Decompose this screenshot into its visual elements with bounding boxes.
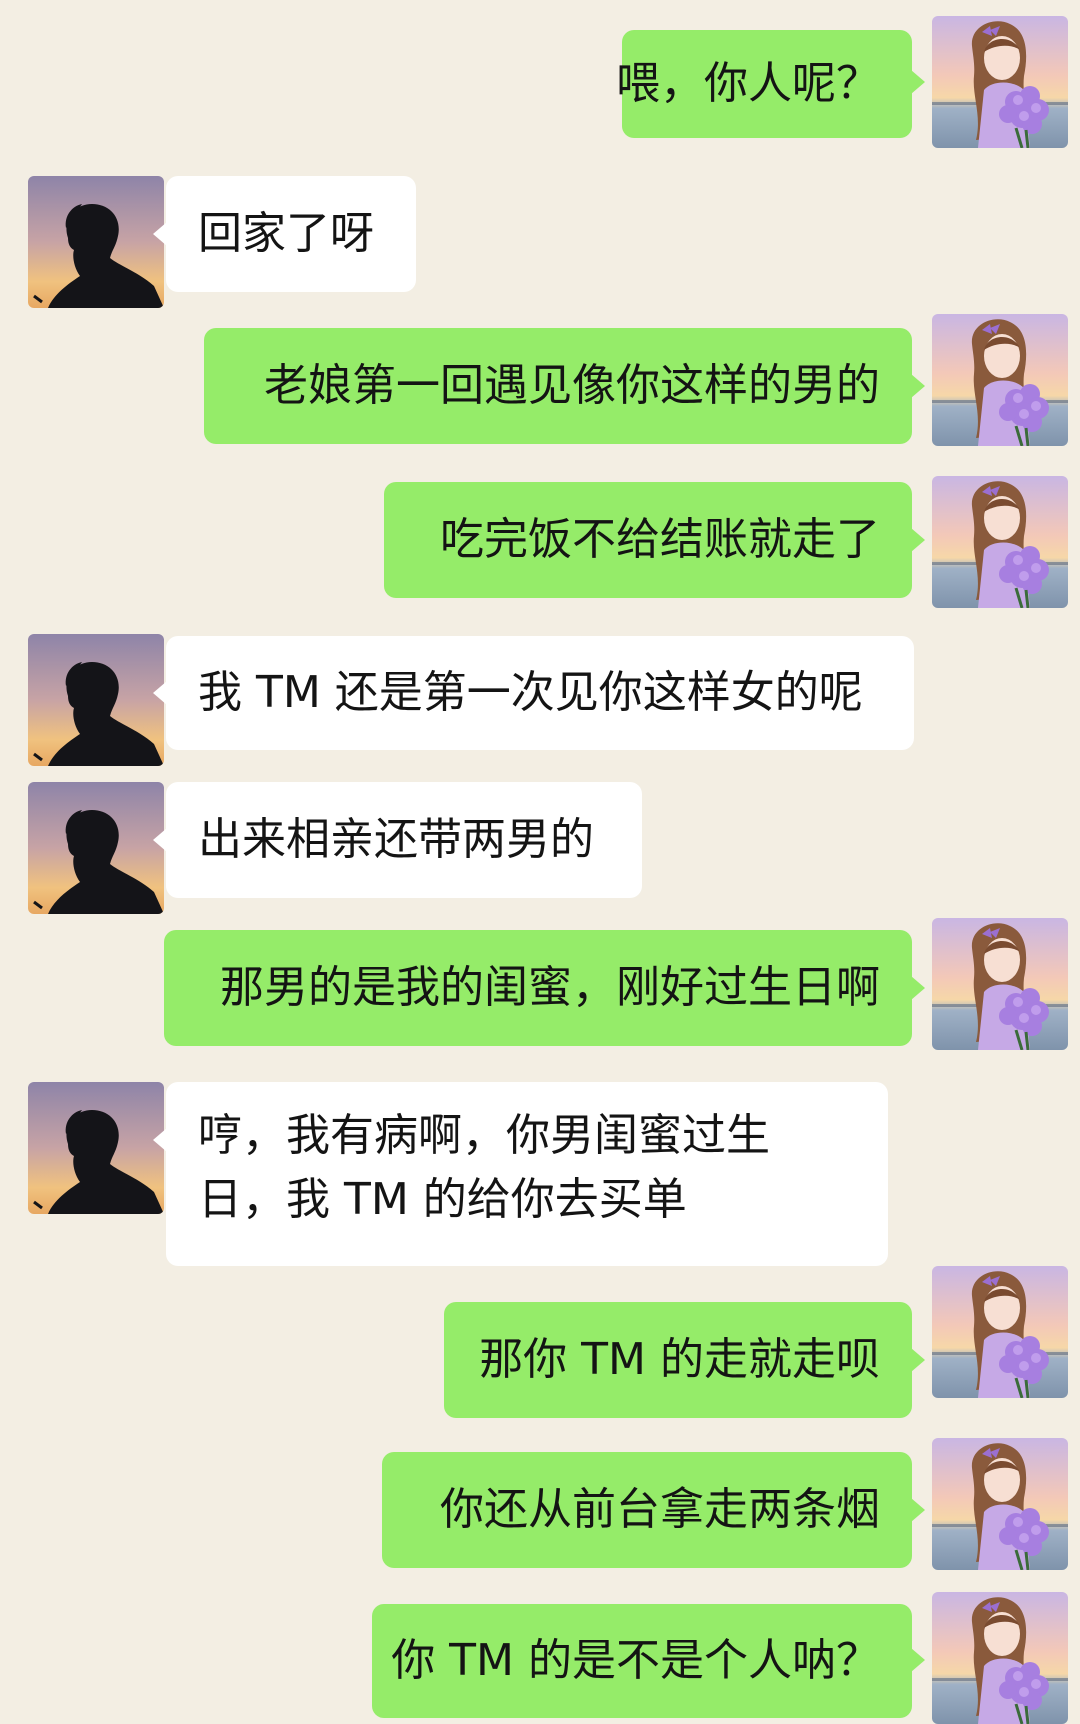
message-sent: 喂，你人呢？ bbox=[0, 16, 1080, 152]
message-received: 我 TM 还是第一次见你这样女的呢 bbox=[0, 626, 1080, 766]
message-sent: 老娘第一回遇见像你这样的男的 bbox=[0, 314, 1080, 448]
bubble-tail bbox=[153, 222, 167, 246]
message-bubble[interactable]: 喂，你人呢？ bbox=[616, 30, 925, 138]
bubble-tail bbox=[153, 828, 167, 852]
girl-with-flowers-avatar[interactable] bbox=[932, 1592, 1068, 1724]
message-sent: 吃完饭不给结账就走了 bbox=[0, 470, 1080, 610]
message-text: 那男的是我的闺蜜，刚好过生日啊 bbox=[220, 962, 880, 1013]
message-text: 那你 TM 的走就走呗 bbox=[479, 1334, 880, 1385]
message-sent: 那男的是我的闺蜜，刚好过生日啊 bbox=[0, 918, 1080, 1058]
message-text: 吃完饭不给结账就走了 bbox=[440, 514, 880, 565]
message-text: 我 TM 还是第一次见你这样女的呢 bbox=[198, 667, 863, 718]
message-sent: 那你 TM 的走就走呗 bbox=[0, 1266, 1080, 1430]
bubble-tail bbox=[911, 528, 925, 552]
message-bubble[interactable]: 哼，我有病啊，你男闺蜜过生日，我 TM 的给你去买单 bbox=[153, 1082, 888, 1266]
chat-message-list[interactable]: 喂，你人呢？ 回家了呀 老娘第一回遇见像你这样的男的 吃完饭不给结账就走了 我 … bbox=[0, 0, 1080, 1724]
message-bubble[interactable]: 吃完饭不给结账就走了 bbox=[384, 482, 925, 598]
girl-with-flowers-avatar[interactable] bbox=[932, 918, 1068, 1050]
message-bubble[interactable]: 出来相亲还带两男的 bbox=[153, 782, 642, 898]
girl-with-flowers-avatar[interactable] bbox=[932, 16, 1068, 148]
girl-with-flowers-avatar[interactable] bbox=[932, 1438, 1068, 1570]
message-text: 老娘第一回遇见像你这样的男的 bbox=[264, 360, 880, 411]
man-silhouette-avatar[interactable] bbox=[28, 176, 164, 308]
bubble-tail bbox=[911, 70, 925, 94]
message-text: 出来相亲还带两男的 bbox=[198, 814, 594, 865]
bubble-tail bbox=[911, 976, 925, 1000]
message-sent: 你 TM 的是不是个人呐？ bbox=[0, 1592, 1080, 1724]
bubble-tail bbox=[911, 1648, 925, 1672]
message-received: 回家了呀 bbox=[0, 168, 1080, 308]
message-text: 你 TM 的是不是个人呐？ bbox=[391, 1635, 880, 1686]
message-bubble[interactable]: 你 TM 的是不是个人呐？ bbox=[372, 1604, 925, 1718]
bubble-tail bbox=[911, 1348, 925, 1372]
bubble-tail bbox=[153, 681, 167, 705]
girl-with-flowers-avatar[interactable] bbox=[932, 314, 1068, 446]
message-bubble[interactable]: 我 TM 还是第一次见你这样女的呢 bbox=[153, 636, 914, 750]
girl-with-flowers-avatar[interactable] bbox=[932, 476, 1068, 608]
message-bubble[interactable]: 回家了呀 bbox=[153, 176, 416, 292]
message-bubble[interactable]: 那男的是我的闺蜜，刚好过生日啊 bbox=[164, 930, 925, 1046]
message-received: 出来相亲还带两男的 bbox=[0, 776, 1080, 914]
message-text: 哼，我有病啊，你男闺蜜过生日，我 TM 的给你去买单 bbox=[198, 1110, 770, 1225]
message-text: 喂，你人呢？ bbox=[616, 58, 880, 109]
message-bubble[interactable]: 那你 TM 的走就走呗 bbox=[444, 1302, 925, 1418]
man-silhouette-avatar[interactable] bbox=[28, 782, 164, 914]
bubble-tail bbox=[153, 1128, 167, 1152]
girl-with-flowers-avatar[interactable] bbox=[932, 1266, 1068, 1398]
message-sent: 你还从前台拿走两条烟 bbox=[0, 1436, 1080, 1576]
message-bubble[interactable]: 你还从前台拿走两条烟 bbox=[382, 1452, 925, 1568]
message-bubble[interactable]: 老娘第一回遇见像你这样的男的 bbox=[204, 328, 925, 444]
message-text: 你还从前台拿走两条烟 bbox=[440, 1484, 880, 1535]
bubble-tail bbox=[911, 1498, 925, 1522]
message-text: 回家了呀 bbox=[198, 208, 374, 259]
man-silhouette-avatar[interactable] bbox=[28, 1082, 164, 1214]
bubble-tail bbox=[911, 374, 925, 398]
message-received: 哼，我有病啊，你男闺蜜过生日，我 TM 的给你去买单 bbox=[0, 1078, 1080, 1268]
man-silhouette-avatar[interactable] bbox=[28, 634, 164, 766]
